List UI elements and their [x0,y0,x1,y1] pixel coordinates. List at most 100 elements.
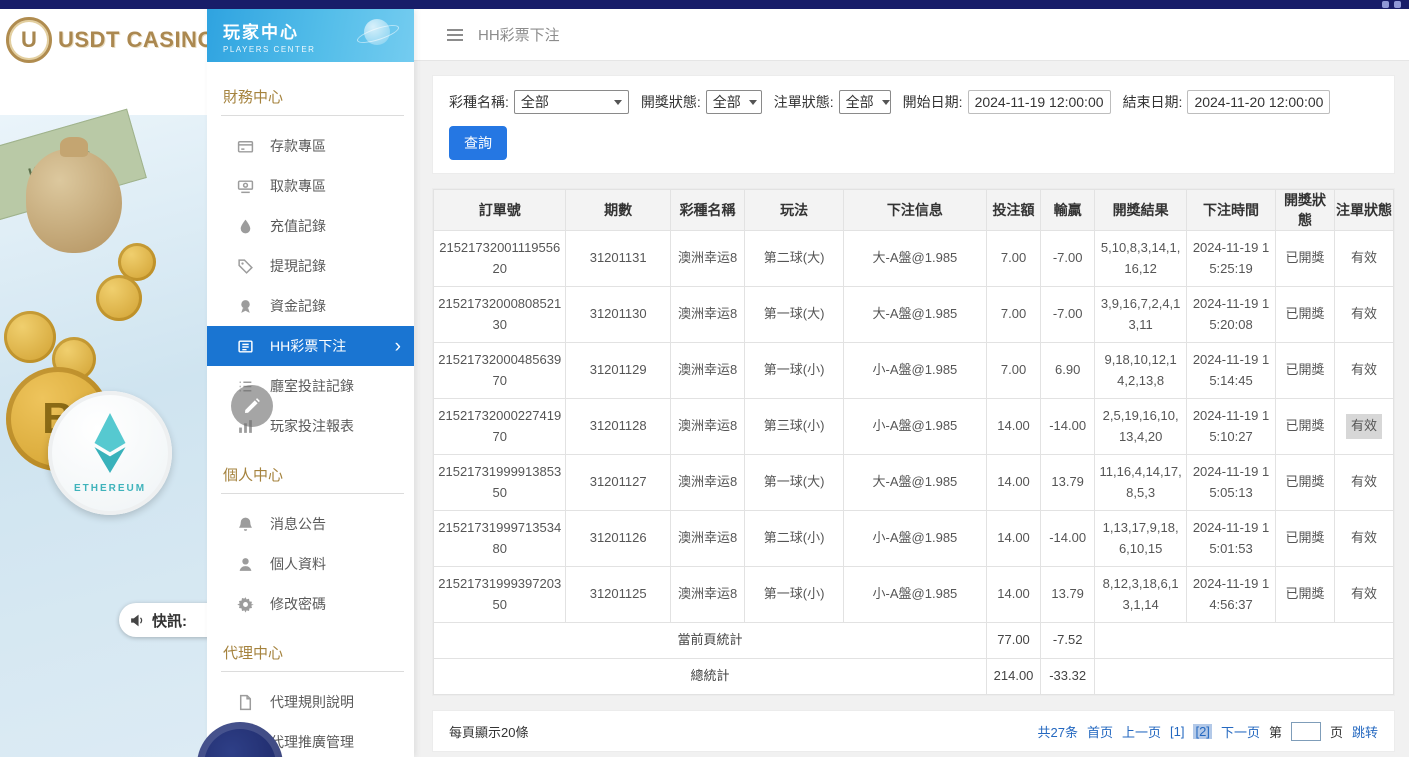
cell-bet-info: 小-A盤@1.985 [843,567,986,623]
sidebar-item-profile[interactable]: 個人資料 [207,544,414,584]
sidebar-item-withdraw-records[interactable]: 提現記錄 [207,246,414,286]
cell-lottery-name: 澳洲幸运8 [670,231,744,287]
page-link-1[interactable]: [1] [1170,724,1184,739]
table-summary: 當前頁統計 77.00 -7.52 總統計 214.00 -33.32 [434,623,1394,695]
cell-bet-info: 大-A盤@1.985 [843,231,986,287]
cell-win-loss: 13.79 [1041,455,1095,511]
cell-draw-result: 3,9,16,7,2,4,13,11 [1095,287,1187,343]
cell-play: 第一球(大) [745,287,844,343]
cell-order-status: 有效 [1334,343,1393,399]
news-ticker: 快訊: [119,603,207,637]
top-window-bar [0,0,1409,9]
cell-order-status: 有效 [1334,511,1393,567]
jump-button[interactable]: 跳转 [1352,722,1378,741]
start-date-input[interactable] [968,90,1111,114]
next-page-link[interactable]: 下一页 [1221,722,1260,741]
cell-bet-time: 2024-11-19 15:10:27 [1187,399,1276,455]
cell-bet-time: 2024-11-19 15:01:53 [1187,511,1276,567]
grand-summary-row: 總統計 214.00 -33.32 [434,659,1394,695]
cell-play: 第二球(大) [745,231,844,287]
cell-lottery-name: 澳洲幸运8 [670,287,744,343]
sidebar-item-label: 充值記錄 [270,216,326,236]
chevron-right-icon: › [395,337,401,356]
planet-icon [364,19,390,45]
sidebar-item-label: 資金記錄 [270,296,326,316]
cell-issue: 31201129 [566,343,670,399]
prev-page-link[interactable]: 上一页 [1122,722,1161,741]
table-header-row: 訂單號期數彩種名稱玩法下注信息投注額輸贏開獎結果下注時間開獎狀態注單狀態 [434,190,1394,231]
cell-bet-time: 2024-11-19 15:20:08 [1187,287,1276,343]
cell-draw-result: 5,10,8,3,14,1,16,12 [1095,231,1187,287]
speaker-icon [129,612,146,629]
col-header-bet-amount: 投注額 [986,190,1040,231]
table-row: 215217319999138535031201127澳洲幸运8第一球(大)大-… [434,455,1394,511]
sidebar-item-recharge-records[interactable]: 充值記錄 [207,206,414,246]
lottery-name-label: 彩種名稱: [449,92,509,112]
cell-order-no: 2152173199991385350 [434,455,566,511]
col-header-win-loss: 輸贏 [1041,190,1095,231]
page-summary-win-total: -7.52 [1041,623,1095,659]
cell-draw-result: 1,13,17,9,18,6,10,15 [1095,511,1187,567]
cell-bet-time: 2024-11-19 14:56:37 [1187,567,1276,623]
end-date-label: 結束日期: [1123,92,1183,112]
page-link-2[interactable]: [2] [1193,724,1211,739]
table-row: 215217320008085213031201130澳洲幸运8第一球(大)大-… [434,287,1394,343]
cell-play: 第二球(小) [745,511,844,567]
cell-draw-result: 2,5,19,16,10,13,4,20 [1095,399,1187,455]
cell-order-no: 2152173200080852130 [434,287,566,343]
cell-draw-status: 已開獎 [1275,343,1334,399]
sidebar-item-funds-records[interactable]: 資金記錄 [207,286,414,326]
gear-icon [237,596,254,613]
sidebar-item-announcements[interactable]: 消息公告 [207,504,414,544]
sidebar-item-label: 取款專區 [270,176,326,196]
bell-icon [237,516,254,533]
jump-page-input[interactable] [1291,722,1321,741]
cell-bet-info: 大-A盤@1.985 [843,287,986,343]
user-icon [237,556,254,573]
sidebar-item-label: 代理規則說明 [270,692,354,712]
sidebar-item-hh-lottery-bets[interactable]: HH彩票下注› [207,326,414,366]
search-button[interactable]: 查詢 [449,126,507,160]
page-summary-empty [1095,623,1394,659]
sidebar-item-change-password[interactable]: 修改密碼 [207,584,414,624]
cell-bet-info: 大-A盤@1.985 [843,455,986,511]
lottery-name-value: 全部 [521,92,549,112]
lottery-name-select[interactable]: 全部 [514,90,629,114]
main-content: HH彩票下注 彩種名稱: 全部 開獎狀態: 全部 注單狀態: 全部 開始日期: … [414,9,1409,757]
sidebar-item-label: 廳室投註記錄 [270,376,354,396]
cell-bet-time: 2024-11-19 15:05:13 [1187,455,1276,511]
order-status-select[interactable]: 全部 [839,90,891,114]
cell-play: 第三球(小) [745,399,844,455]
cell-issue: 31201131 [566,231,670,287]
sidebar-header: 玩家中心 PLAYERS CENTER [207,9,414,62]
casino-hero-image: KB4627 B ETHEREUM [0,115,207,757]
pencil-icon [243,397,261,415]
first-page-link[interactable]: 首页 [1087,722,1113,741]
cell-order-no: 2152173199939720350 [434,567,566,623]
sidebar-item-withdraw[interactable]: 取款專區 [207,166,414,206]
cell-order-status: 有效 [1334,567,1393,623]
floating-edit-button[interactable] [231,385,273,427]
page-summary-bet-total: 77.00 [986,623,1040,659]
cell-win-loss: -14.00 [1041,511,1095,567]
col-header-order-no: 訂單號 [434,190,566,231]
sidebar-item-label: 存款專區 [270,136,326,156]
cell-lottery-name: 澳洲幸运8 [670,567,744,623]
sidebar-item-agent-rules[interactable]: 代理規則說明 [207,682,414,722]
table-body: 215217320011195562031201131澳洲幸运8第二球(大)大-… [434,231,1394,623]
sidebar-item-deposit[interactable]: 存款專區 [207,126,414,166]
cell-bet-amount: 7.00 [986,287,1040,343]
end-date-input[interactable] [1187,90,1330,114]
ethereum-coin-graphic: ETHEREUM [48,391,172,515]
sidebar-item-label: 消息公告 [270,514,326,534]
menu-toggle-icon[interactable] [446,28,464,42]
site-logo[interactable]: U USDT CASINO [0,9,207,115]
table-row: 215217319997135348031201126澳洲幸运8第二球(小)小-… [434,511,1394,567]
cell-bet-amount: 7.00 [986,231,1040,287]
cell-lottery-name: 澳洲幸运8 [670,399,744,455]
cell-bet-amount: 14.00 [986,455,1040,511]
draw-status-select[interactable]: 全部 [706,90,762,114]
document-icon [237,694,254,711]
total-count: 共27条 [1038,722,1078,741]
money-bag-graphic [26,149,122,253]
